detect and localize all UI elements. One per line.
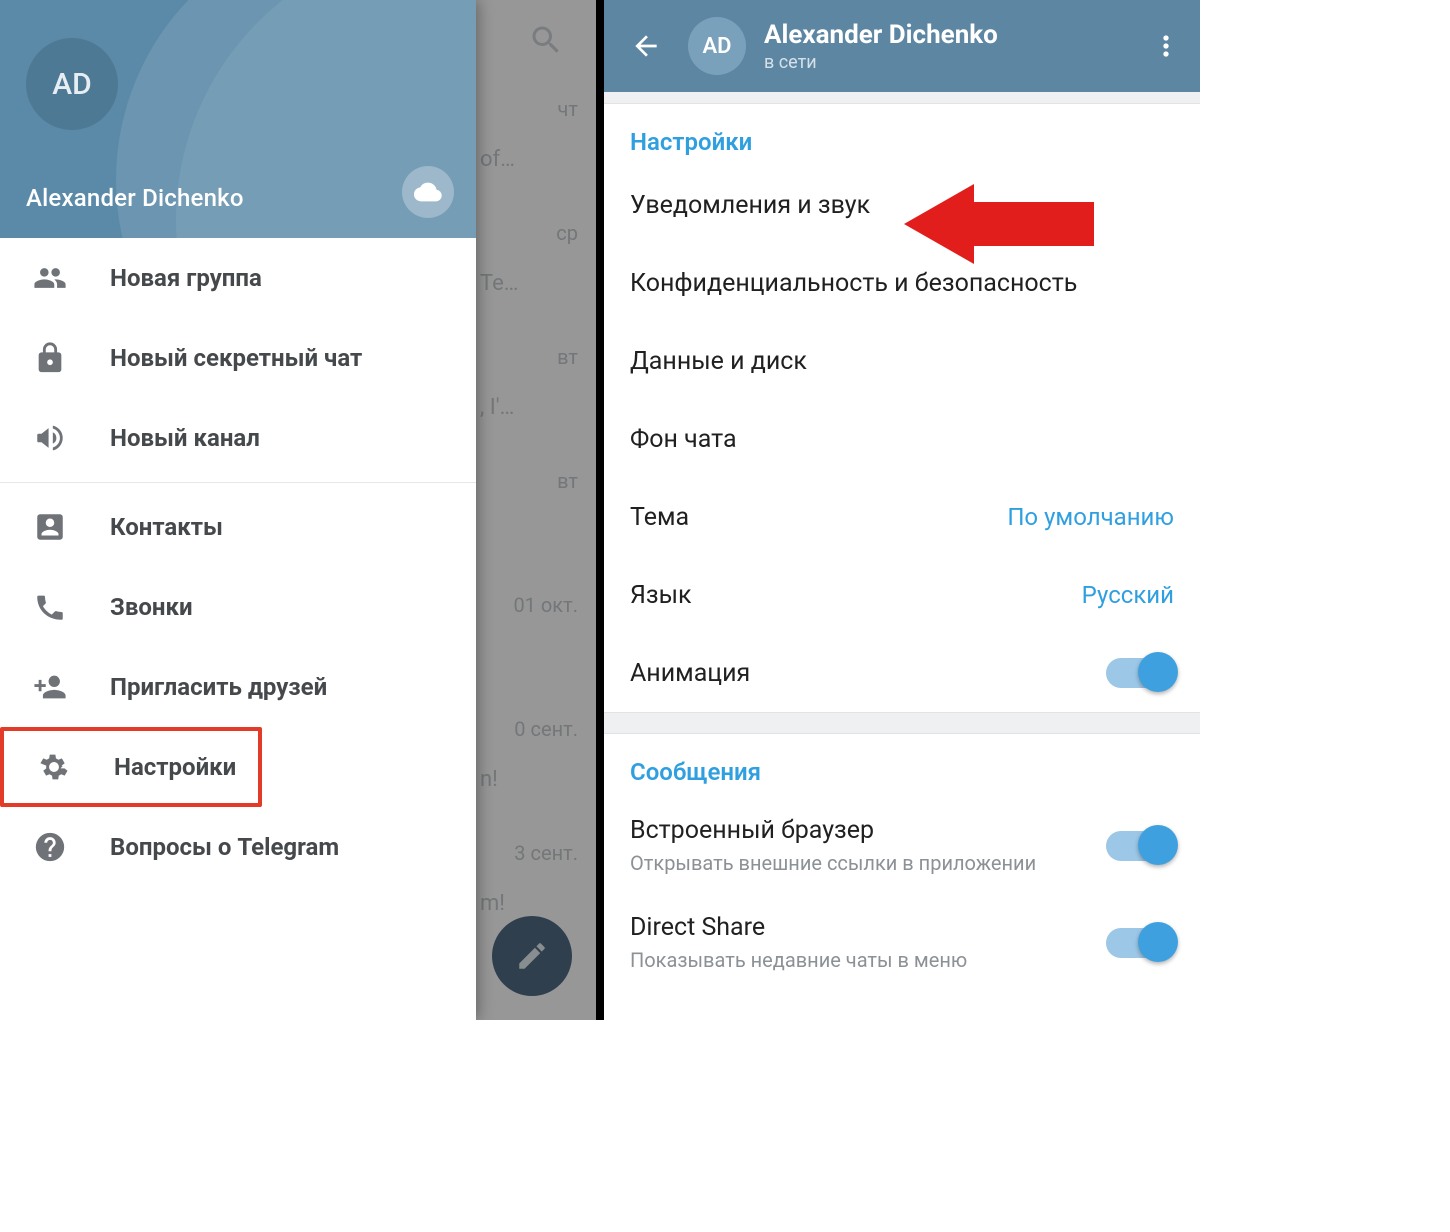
row-label: Тема — [630, 503, 689, 532]
lock-icon — [30, 338, 70, 378]
avatar[interactable]: AD — [26, 38, 118, 130]
phone-icon — [30, 587, 70, 627]
menu-label: Новая группа — [110, 264, 262, 292]
back-button[interactable] — [622, 22, 670, 70]
row-language[interactable]: Язык Русский — [604, 556, 1200, 634]
row-chat-background[interactable]: Фон чата — [604, 400, 1200, 478]
contact-icon — [30, 507, 70, 547]
row-direct-share[interactable]: Direct Share Показывать недавние чаты в … — [604, 893, 1200, 990]
menu-label: Вопросы о Telegram — [110, 833, 339, 861]
row-label: Язык — [630, 581, 692, 610]
row-label: Direct Share — [630, 913, 967, 942]
drawer-header[interactable]: AD Alexander Dichenko — [0, 0, 476, 238]
menu-contacts[interactable]: Контакты — [0, 487, 476, 567]
person-add-icon — [30, 667, 70, 707]
left-screenshot: чтof… срTe… вт, I'… вт 01 окт. 0 сент.n!… — [0, 0, 596, 1020]
row-theme[interactable]: Тема По умолчанию — [604, 478, 1200, 556]
row-privacy[interactable]: Конфиденциальность и безопасность — [604, 244, 1200, 322]
row-data-storage[interactable]: Данные и диск — [604, 322, 1200, 400]
row-label: Встроенный браузер — [630, 816, 1036, 845]
saved-messages-cloud-icon[interactable] — [402, 166, 454, 218]
menu-label: Пригласить друзей — [110, 673, 327, 701]
appbar-avatar[interactable]: AD — [688, 17, 746, 75]
toggle-switch[interactable] — [1106, 928, 1174, 958]
settings-scroll[interactable]: Настройки Уведомления и звук Конфиденциа… — [604, 92, 1200, 990]
row-description: Открывать внешние ссылки в приложении — [630, 851, 1036, 875]
help-icon — [30, 827, 70, 867]
menu-label: Новый секретный чат — [110, 344, 362, 372]
row-label: Анимация — [630, 659, 750, 688]
more-menu-button[interactable] — [1142, 22, 1190, 70]
menu-label: Контакты — [110, 513, 223, 541]
appbar-subtitle: в сети — [764, 52, 1124, 73]
menu-settings[interactable]: Настройки — [0, 727, 262, 807]
row-value: По умолчанию — [1007, 503, 1174, 531]
right-screenshot: AD Alexander Dichenko в сети Настройки У… — [604, 0, 1200, 1020]
row-label: Данные и диск — [630, 347, 807, 376]
drawer-username: Alexander Dichenko — [26, 184, 244, 212]
menu-new-channel[interactable]: Новый канал — [0, 398, 476, 478]
row-label: Уведомления и звук — [630, 191, 870, 220]
section-gap — [604, 712, 1200, 734]
menu-label: Настройки — [114, 753, 236, 781]
group-icon — [30, 258, 70, 298]
section-gap — [604, 92, 1200, 104]
appbar-title: Alexander Dichenko — [764, 20, 1124, 50]
navigation-drawer: AD Alexander Dichenko Новая группа Новый… — [0, 0, 476, 1020]
row-label: Фон чата — [630, 425, 737, 454]
menu-faq[interactable]: Вопросы о Telegram — [0, 807, 476, 887]
row-inapp-browser[interactable]: Встроенный браузер Открывать внешние ссы… — [604, 796, 1200, 893]
menu-calls[interactable]: Звонки — [0, 567, 476, 647]
appbar: AD Alexander Dichenko в сети — [604, 0, 1200, 92]
toggle-switch[interactable] — [1106, 831, 1174, 861]
section-header-settings: Настройки — [604, 104, 1200, 166]
menu-label: Звонки — [110, 593, 193, 621]
menu-label: Новый канал — [110, 424, 260, 452]
toggle-switch[interactable] — [1106, 658, 1174, 688]
gear-icon — [34, 747, 74, 787]
row-description: Показывать недавние чаты в меню — [630, 948, 967, 972]
row-value: Русский — [1082, 581, 1174, 609]
row-animation[interactable]: Анимация — [604, 634, 1200, 712]
row-label: Конфиденциальность и безопасность — [630, 269, 1077, 298]
section-header-messages: Сообщения — [604, 734, 1200, 796]
screenshot-divider — [596, 0, 604, 1020]
menu-separator — [0, 482, 476, 483]
megaphone-icon — [30, 418, 70, 458]
row-notifications[interactable]: Уведомления и звук — [604, 166, 1200, 244]
menu-new-secret-chat[interactable]: Новый секретный чат — [0, 318, 476, 398]
menu-new-group[interactable]: Новая группа — [0, 238, 476, 318]
menu-invite-friends[interactable]: Пригласить друзей — [0, 647, 476, 727]
